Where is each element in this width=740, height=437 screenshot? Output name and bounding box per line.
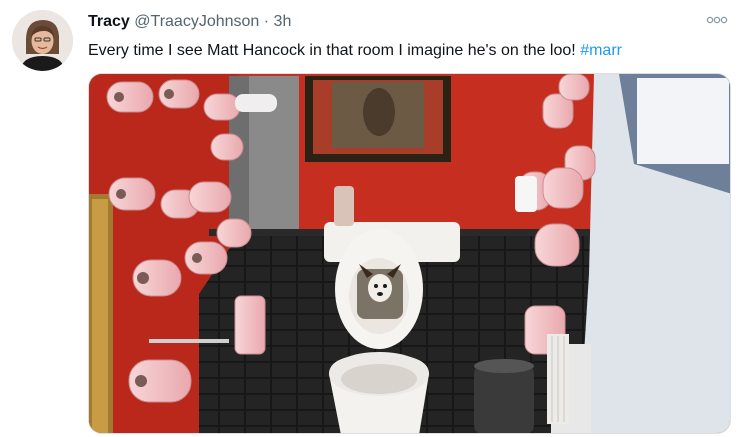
tweet-text: Every time I see Matt Hancock in that ro…	[88, 40, 622, 62]
hashtag-link[interactable]: #marr	[580, 42, 622, 59]
timestamp[interactable]: 3h	[274, 13, 292, 30]
bathroom-photo	[89, 74, 730, 433]
display-name[interactable]: Tracy	[88, 13, 130, 30]
user-handle[interactable]: @TraacyJohnson	[134, 13, 259, 30]
avatar[interactable]	[12, 10, 73, 71]
tweet-header: Tracy @TraacyJohnson · 3h	[88, 12, 291, 32]
tweet-photo[interactable]	[88, 73, 731, 434]
more-options-button[interactable]	[705, 12, 729, 28]
avatar-image	[12, 10, 73, 71]
more-dots-icon	[706, 16, 728, 24]
tweet-body: Every time I see Matt Hancock in that ro…	[88, 42, 576, 59]
tweet[interactable]: Tracy @TraacyJohnson · 3h Every time I s…	[0, 0, 740, 437]
header-separator: ·	[263, 13, 270, 30]
